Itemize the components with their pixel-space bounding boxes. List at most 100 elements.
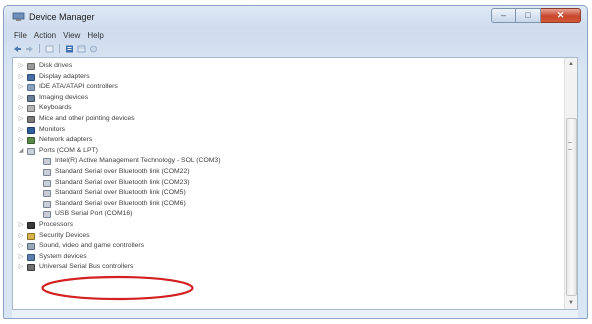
tree-item-label: Standard Serial over Bluetooth link (COM… (55, 199, 186, 207)
tree-item-label: Mice and other pointing devices (39, 114, 135, 122)
vertical-scrollbar[interactable]: ▲ ▼ (564, 58, 577, 309)
window-title: Device Manager (29, 12, 95, 22)
tree-item[interactable]: Intel(R) Active Management Technology - … (13, 156, 564, 167)
tree-item-label: Disk drives (39, 62, 73, 69)
tree-item[interactable]: ▷ Mice and other pointing devices (13, 114, 564, 125)
tree-item-label: System devices (39, 252, 87, 260)
expand-arrow-icon[interactable]: ▷ (18, 231, 24, 242)
usb-controller-icon (27, 264, 35, 272)
tree-item[interactable]: ◢ Ports (COM & LPT) (13, 146, 564, 157)
port-icon (43, 168, 51, 176)
scroll-down-icon[interactable]: ▼ (565, 297, 577, 309)
port-icon (43, 211, 51, 219)
port-icon (43, 190, 51, 198)
tree-item-label: Ports (COM & LPT) (39, 146, 98, 154)
tree-item-label: Network adapters (39, 136, 93, 144)
tree-item[interactable]: ▷ IDE ATA/ATAPI controllers (13, 82, 564, 93)
help-icon[interactable] (89, 45, 98, 53)
forward-icon[interactable] (25, 45, 34, 53)
port-icon (43, 158, 51, 166)
tree-item[interactable]: Standard Serial over Bluetooth link (COM… (13, 178, 564, 189)
expand-arrow-icon[interactable]: ▷ (18, 125, 24, 136)
tree-item[interactable]: ▷ Universal Serial Bus controllers (13, 262, 564, 273)
tree-item[interactable]: ▷ Sound, video and game controllers (13, 241, 564, 252)
tree-item[interactable]: Standard Serial over Bluetooth link (COM… (13, 167, 564, 178)
port-icon (43, 179, 51, 187)
tree-item[interactable]: ▷ Disk drives (13, 61, 564, 72)
port-icon (27, 147, 35, 155)
tree-item[interactable]: USB Serial Port (COM16) (13, 209, 564, 220)
caption-buttons: – □ ✕ (491, 8, 581, 23)
tree-item-label: Keyboards (39, 104, 72, 112)
tree-item-label: Display adapters (39, 72, 90, 80)
highlight-ellipse-annotation (41, 275, 194, 301)
tree-item-label: Standard Serial over Bluetooth link (COM… (55, 189, 186, 197)
properties-icon[interactable] (65, 45, 74, 53)
expand-arrow-icon[interactable]: ▷ (18, 220, 24, 231)
toolbar-separator (59, 44, 60, 53)
menu-help[interactable]: Help (87, 31, 103, 40)
device-manager-app-icon (12, 12, 25, 21)
up-icon[interactable] (45, 45, 54, 53)
tree-item[interactable]: ▷ Processors (13, 220, 564, 231)
ide-controller-icon (27, 84, 35, 92)
title-bar[interactable]: Device Manager – □ ✕ (4, 6, 587, 28)
tree-item[interactable]: ▷ System devices (13, 252, 564, 263)
tree-item[interactable]: Standard Serial over Bluetooth link (COM… (13, 199, 564, 210)
tree-item[interactable]: ▷ Keyboards (13, 103, 564, 114)
tree-item-label: Intel(R) Active Management Technology - … (55, 157, 221, 165)
expand-arrow-icon[interactable]: ▷ (18, 72, 24, 83)
tree-item-label: Monitors (39, 125, 66, 133)
system-device-icon (27, 253, 35, 261)
tree-item[interactable]: ▷ Display adapters (13, 72, 564, 83)
tree-item-label: Standard Serial over Bluetooth link (COM… (55, 178, 190, 186)
maximize-button[interactable]: □ (516, 8, 541, 23)
scrollbar-grip-icon (568, 142, 572, 150)
menu-bar: File Action View Help (14, 31, 104, 40)
expand-arrow-icon[interactable]: ▷ (18, 93, 24, 104)
disk-drive-icon (27, 63, 35, 70)
expand-arrow-icon[interactable]: ▷ (18, 241, 24, 252)
status-bar (12, 310, 578, 318)
tree-item[interactable]: ▷ Imaging devices (13, 93, 564, 104)
scroll-up-icon[interactable]: ▲ (565, 58, 577, 70)
expand-arrow-icon[interactable]: ▷ (18, 103, 24, 114)
tree-item-label: Imaging devices (39, 93, 89, 101)
sound-icon (27, 243, 35, 251)
processor-icon (27, 221, 35, 229)
display-adapter-icon (27, 73, 35, 81)
tree-item-label: Standard Serial over Bluetooth link (COM… (55, 167, 190, 175)
tree-item-label: IDE ATA/ATAPI controllers (39, 83, 118, 91)
network-adapter-icon (27, 137, 35, 145)
minimize-button[interactable]: – (491, 8, 516, 23)
security-device-icon (27, 232, 35, 240)
toolbar-separator (39, 44, 40, 53)
expand-arrow-icon[interactable]: ▷ (18, 135, 24, 146)
tree-item-label: Security Devices (39, 231, 90, 239)
monitor-icon (27, 126, 35, 134)
menu-file[interactable]: File (14, 31, 27, 40)
expand-arrow-icon[interactable]: ▷ (18, 262, 24, 273)
imaging-device-icon (27, 94, 35, 102)
toolbar (13, 44, 98, 53)
close-button[interactable]: ✕ (541, 8, 581, 23)
keyboard-icon (27, 105, 35, 113)
expand-arrow-icon[interactable]: ▷ (18, 252, 24, 263)
back-icon[interactable] (13, 45, 22, 53)
tree-item-label: Processors (39, 220, 73, 228)
expand-arrow-icon[interactable]: ▷ (18, 114, 24, 125)
tree-item[interactable]: Standard Serial over Bluetooth link (COM… (13, 188, 564, 199)
tree-item-label: Universal Serial Bus controllers (39, 263, 134, 271)
expand-arrow-icon[interactable]: ▷ (18, 82, 24, 93)
tree-item[interactable]: ▷ Monitors (13, 125, 564, 136)
mouse-icon (27, 115, 35, 123)
tree-item[interactable]: ▷ Network adapters (13, 135, 564, 146)
expand-arrow-icon[interactable]: ▷ (18, 61, 24, 72)
device-tree: ▷ Disk drives ▷ Display adapters ▷ IDE ATA/AT… (13, 61, 564, 273)
tree-item[interactable]: ▷ Security Devices (13, 231, 564, 242)
device-tree-pane: ▷ Disk drives ▷ Display adapters ▷ IDE ATA/AT… (12, 57, 578, 310)
menu-view[interactable]: View (63, 31, 80, 40)
collapse-arrow-icon[interactable]: ◢ (18, 146, 24, 157)
menu-action[interactable]: Action (34, 31, 56, 40)
view-icon[interactable] (77, 45, 86, 53)
